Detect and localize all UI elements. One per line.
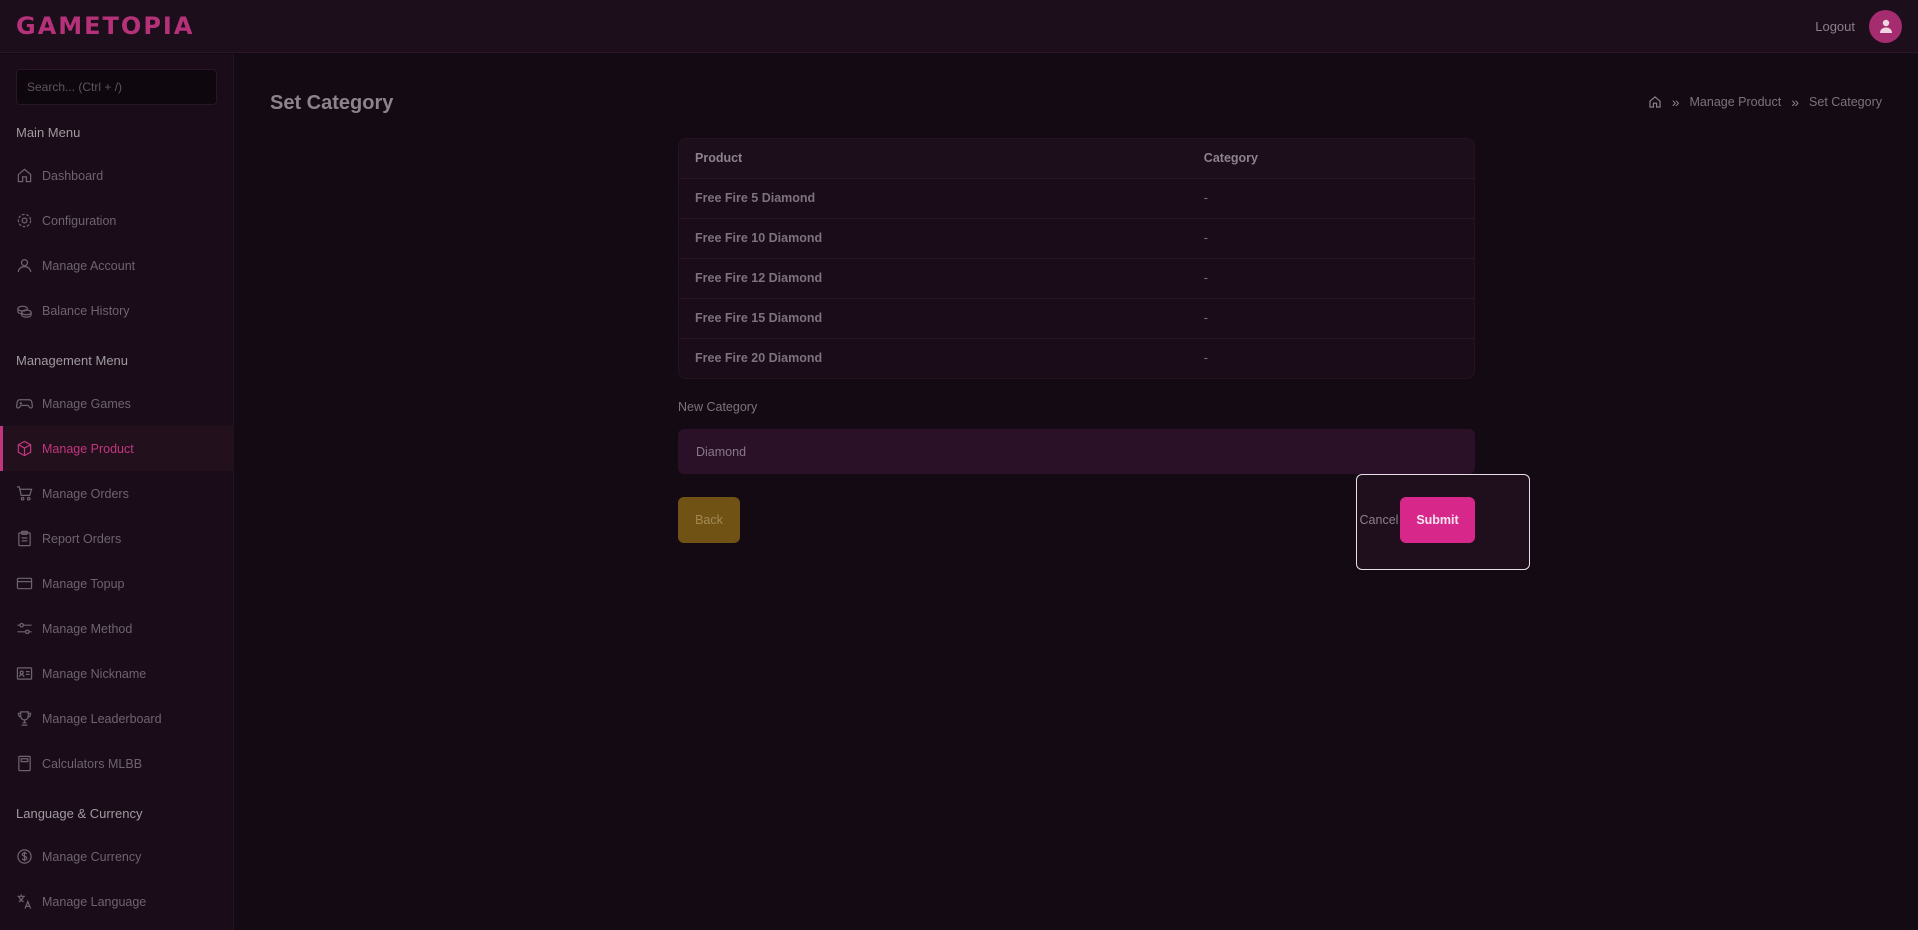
sidebar-item-calculators-mlbb[interactable]: Calculators MLBB [0,741,233,786]
sidebar-item-dashboard[interactable]: Dashboard [0,153,233,198]
sidebar-item-label: Manage Language [42,894,147,909]
page-title: Set Category [270,92,394,114]
product-cell: Free Fire 20 Diamond [679,338,1188,378]
sidebar-item-label: Manage Nickname [42,666,147,681]
home-icon [17,168,32,183]
translate-icon [17,894,32,909]
logo[interactable]: GAMETOPIA [16,12,194,40]
sidebar-item-manage-product[interactable]: Manage Product [0,426,233,471]
sidebar-item-report-orders[interactable]: Report Orders [0,516,233,561]
sidebar-item-manage-topup[interactable]: Manage Topup [0,561,233,606]
new-category-input[interactable] [678,429,1475,474]
user-icon [17,259,32,273]
section-title-management-menu: Management Menu [16,353,129,368]
breadcrumb-current: Set Category [1809,95,1882,109]
category-cell: - [1187,298,1474,339]
category-cell: - [1187,218,1474,259]
product-cell: Free Fire 15 Diamond [679,298,1188,339]
sidebar-item-label: Manage Orders [42,486,129,501]
breadcrumb: » Manage Product » Set Category [1648,94,1882,110]
table-header-row: Product Category [679,139,1474,179]
gear-icon [17,213,32,228]
home-icon[interactable] [1648,95,1662,109]
column-header-category: Category [1187,139,1474,179]
column-header-product: Product [679,139,1188,179]
back-button[interactable]: Back [678,497,740,543]
sliders-icon [17,622,32,635]
category-cell: - [1187,338,1474,378]
product-cell: Free Fire 5 Diamond [679,178,1188,219]
card-icon [16,577,33,590]
sidebar-item-label: Configuration [42,213,117,228]
top-bar: GAMETOPIA Logout [0,0,1918,53]
sidebar-item-label: Manage Account [42,258,136,273]
sidebar: Main Menu Dashboard Configuration Manage… [0,54,234,930]
sidebar-item-manage-games[interactable]: Manage Games [0,381,233,426]
cart-icon [16,486,33,501]
sidebar-item-label: Manage Topup [42,576,125,591]
sidebar-item-label: Calculators MLBB [42,756,143,771]
gamepad-icon [16,399,33,409]
sidebar-item-label: Dashboard [42,168,104,183]
coins-icon [17,305,32,318]
sidebar-item-manage-language[interactable]: Manage Language [0,879,233,924]
avatar[interactable] [1869,9,1902,43]
section-title-language-currency: Language & Currency [16,806,143,821]
main-content: Set Category » Manage Product » Set Cate… [235,54,1918,930]
section-title-main-menu: Main Menu [16,125,81,140]
sidebar-item-label: Manage Product [42,441,134,456]
box-icon [17,440,32,457]
sidebar-item-label: Manage Method [42,621,133,636]
clipboard-icon [18,530,31,547]
product-table-card: Product Category Free Fire 5 Diamond - F… [678,138,1475,379]
user-icon [1879,19,1892,33]
search-input[interactable] [16,69,217,105]
sidebar-item-label: Balance History [42,303,130,318]
category-cell: - [1187,178,1474,219]
sidebar-item-label: Report Orders [42,531,122,546]
chevron-double-right-icon: » [1791,94,1800,110]
table-row: Free Fire 5 Diamond - [679,178,1474,219]
sidebar-item-label: Manage Games [42,396,131,411]
product-cell: Free Fire 10 Diamond [679,218,1188,259]
sidebar-item-label: Manage Leaderboard [42,711,162,726]
sidebar-item-manage-leaderboard[interactable]: Manage Leaderboard [0,696,233,741]
product-table: Product Category Free Fire 5 Diamond - F… [679,139,1474,378]
top-right: Logout [1815,9,1902,43]
category-cell: - [1187,258,1474,299]
sidebar-item-manage-nickname[interactable]: Manage Nickname [0,651,233,696]
id-card-icon [16,667,33,680]
sidebar-item-label: Manage Currency [42,849,142,864]
calculator-icon [18,755,31,772]
submit-button[interactable]: Submit [1400,497,1475,543]
chevron-double-right-icon: » [1671,94,1680,110]
sidebar-item-balance-history[interactable]: Balance History [0,288,233,333]
table-row: Free Fire 10 Diamond - [679,218,1474,259]
sidebar-item-manage-currency[interactable]: Manage Currency [0,834,233,879]
table-row: Free Fire 20 Diamond - [679,338,1474,378]
sidebar-item-manage-account[interactable]: Manage Account [0,243,233,288]
table-row: Free Fire 12 Diamond - [679,258,1474,299]
sidebar-item-configuration[interactable]: Configuration [0,198,233,243]
dollar-icon [17,849,32,864]
breadcrumb-link-manage-product[interactable]: Manage Product [1690,95,1782,109]
sidebar-item-manage-orders[interactable]: Manage Orders [0,471,233,516]
logout-link[interactable]: Logout [1815,19,1855,34]
table-row: Free Fire 15 Diamond - [679,298,1474,339]
sidebar-item-manage-method[interactable]: Manage Method [0,606,233,651]
trophy-icon [17,711,32,726]
product-cell: Free Fire 12 Diamond [679,258,1188,299]
new-category-label: New Category [678,400,758,414]
